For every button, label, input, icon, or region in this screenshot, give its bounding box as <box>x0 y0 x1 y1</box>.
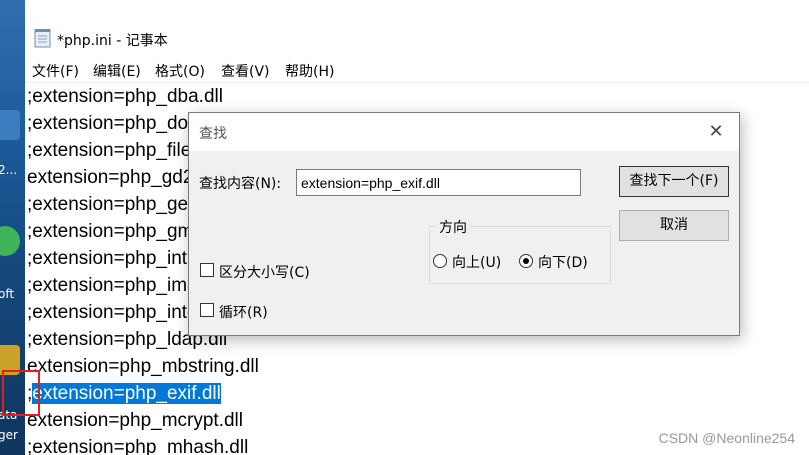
menu-bar: 文件(F) 编辑(E) 格式(O) 查看(V) 帮助(H) <box>25 58 809 83</box>
direction-up-radio[interactable] <box>433 254 447 268</box>
menu-format[interactable]: 格式(O) <box>155 61 205 81</box>
window-title: *php.ini - 记事本 <box>57 33 168 49</box>
match-case-checkbox[interactable] <box>200 263 214 277</box>
desktop-label: oft <box>0 287 15 301</box>
menu-view[interactable]: 查看(V) <box>221 61 270 81</box>
find-what-input[interactable] <box>296 169 581 196</box>
close-icon[interactable]: ✕ <box>703 119 729 145</box>
editor-line: ;extension=php_mhash.dll <box>27 437 249 455</box>
find-what-label: 查找内容(N): <box>199 176 282 192</box>
dialog-title: 查找 <box>199 126 227 142</box>
editor-line: extension=php_mbstring.dll <box>27 356 259 377</box>
direction-down-radio[interactable] <box>519 254 533 268</box>
desktop-app-icon[interactable] <box>0 226 20 256</box>
selected-text: extension=php_exif.dll <box>32 383 221 404</box>
direction-down-label[interactable]: 向下(D) <box>538 252 588 272</box>
desktop-app-icon[interactable] <box>0 110 20 140</box>
dialog-title-bar: 查找 ✕ <box>189 113 739 151</box>
watermark: CSDN @Neonline254 <box>658 430 795 446</box>
editor-line-selected: ;extension=php_exif.dll <box>27 380 221 407</box>
direction-up-label[interactable]: 向上(U) <box>452 252 501 272</box>
wrap-around-label[interactable]: 循环(R) <box>219 302 268 322</box>
menu-edit[interactable]: 编辑(E) <box>93 61 141 81</box>
annotation-highlight-box <box>2 370 40 416</box>
menu-file[interactable]: 文件(F) <box>32 61 79 81</box>
menu-help[interactable]: 帮助(H) <box>285 61 334 81</box>
editor-line: extension=php_mcrypt.dll <box>27 410 243 431</box>
editor-line: ;extension=php_dba.dll <box>27 86 223 107</box>
desktop-label: 2... <box>0 163 18 177</box>
find-dialog: 查找 ✕ 查找内容(N): 查找下一个(F) 取消 方向 向上(U) 向下(D)… <box>188 112 740 336</box>
title-bar: *php.ini - 记事本 <box>25 0 809 58</box>
wrap-around-checkbox[interactable] <box>200 303 214 317</box>
cancel-button[interactable]: 取消 <box>619 210 729 241</box>
direction-label: 方向 <box>436 217 470 237</box>
find-next-button[interactable]: 查找下一个(F) <box>619 166 729 197</box>
notepad-icon <box>34 29 51 48</box>
match-case-label[interactable]: 区分大小写(C) <box>219 262 310 282</box>
desktop-label: ger <box>0 428 18 442</box>
